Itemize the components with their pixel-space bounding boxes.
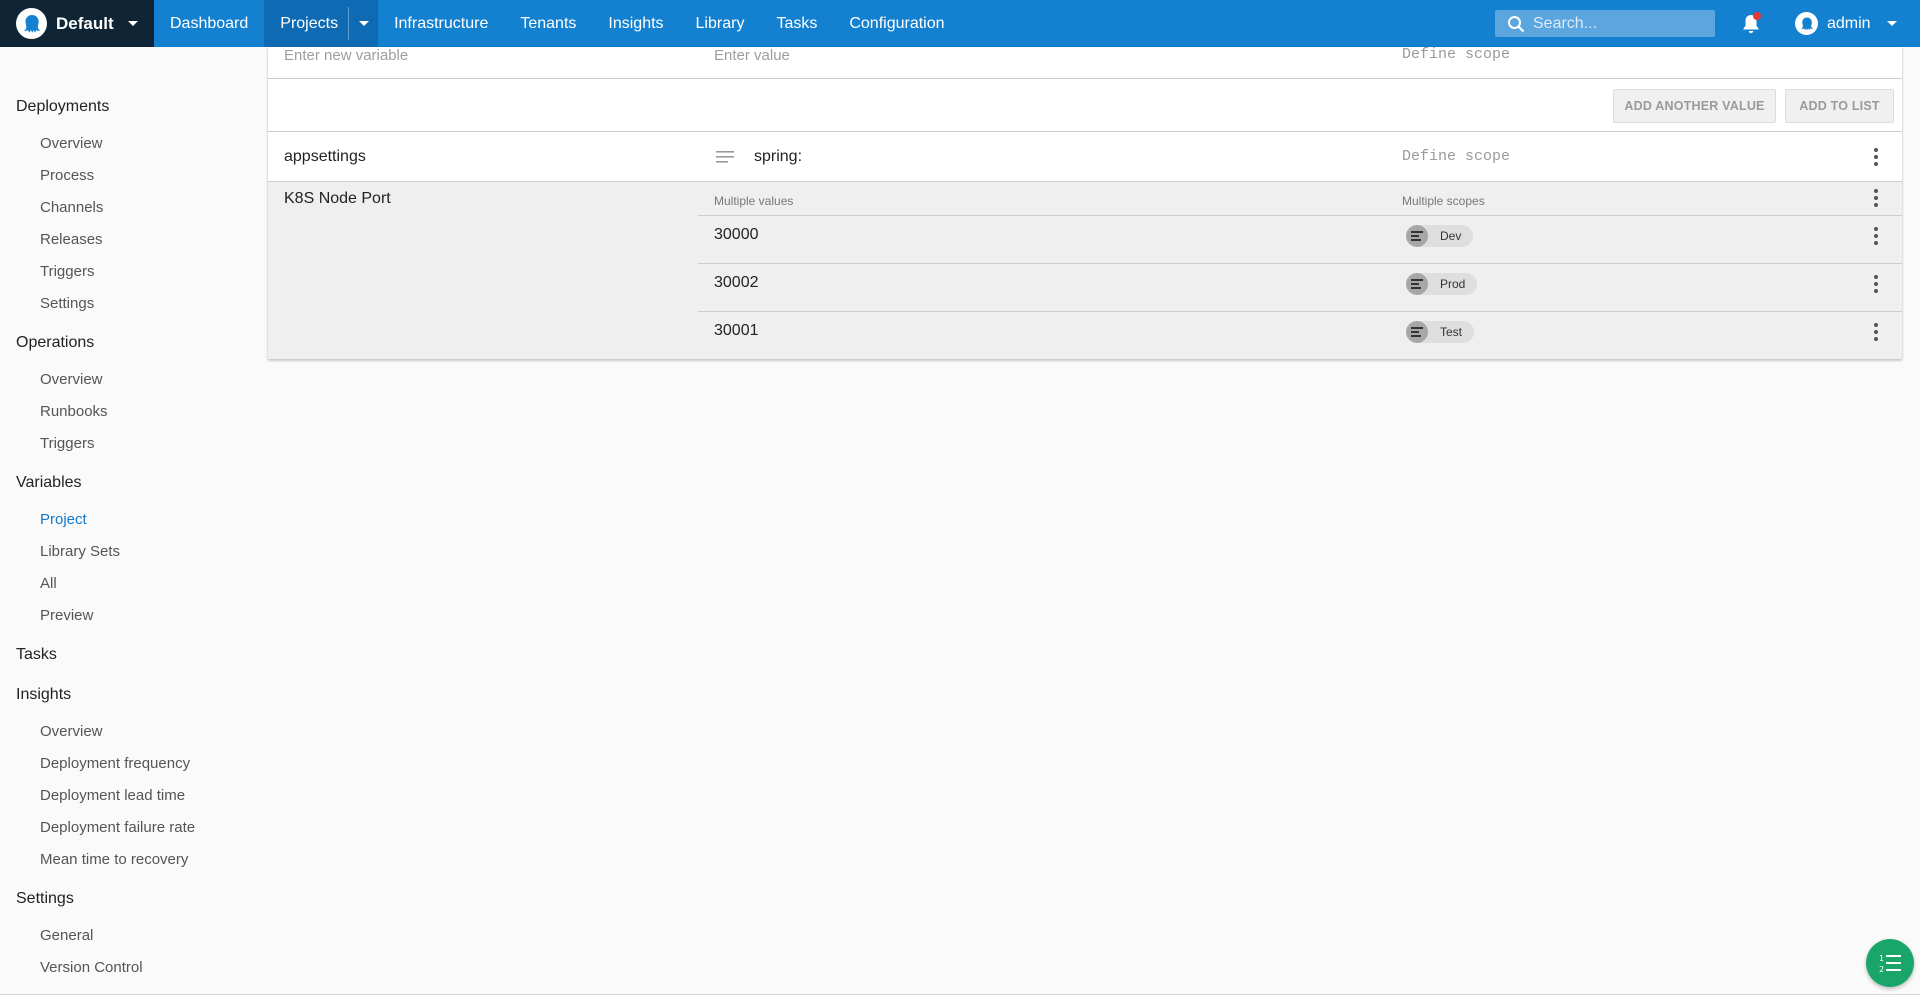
nav-projects-group: Projects — [264, 0, 379, 47]
sidebar-section-tasks[interactable]: Tasks — [0, 635, 268, 675]
scope-label: Test — [1440, 325, 1463, 339]
new-variable-scope[interactable]: Define scope — [1402, 47, 1510, 63]
variables-editor-panel: Define scope ADD ANOTHER VALUE ADD TO LI… — [268, 47, 1902, 359]
sidebar-item-deployment-lead-time[interactable]: Deployment lead time — [0, 779, 268, 811]
multiple-scopes-header: Multiple scopes — [1402, 194, 1485, 208]
sidebar-item-operations-overview[interactable]: Overview — [0, 363, 268, 395]
sidebar-item-deployment-triggers[interactable]: Triggers — [0, 255, 268, 287]
variable-name: K8S Node Port — [284, 190, 391, 207]
scope-chip-dev: Dev — [1406, 225, 1474, 247]
search-box[interactable] — [1495, 10, 1715, 37]
new-variable-value-input[interactable] — [714, 47, 1034, 64]
sidebar-section-operations: Operations — [16, 334, 95, 351]
kebab-menu-icon[interactable] — [1866, 188, 1886, 208]
search-input[interactable] — [1533, 14, 1703, 33]
search-icon — [1508, 15, 1525, 32]
nav-library[interactable]: Library — [680, 0, 761, 47]
scope-label: Prod — [1440, 277, 1466, 291]
project-sidebar: Deployments Overview Process Channels Re… — [0, 47, 268, 983]
add-another-value-button[interactable]: ADD ANOTHER VALUE — [1613, 89, 1776, 123]
sidebar-item-mean-time-to-recovery[interactable]: Mean time to recovery — [0, 843, 268, 875]
space-name: Default — [56, 13, 114, 33]
projects-dropdown-button[interactable] — [348, 7, 378, 40]
scope-chip-test: Test — [1406, 321, 1475, 343]
octopus-logo-icon — [16, 8, 47, 39]
nav-configuration[interactable]: Configuration — [833, 0, 960, 47]
notification-badge — [1753, 12, 1761, 20]
nav-projects[interactable]: Projects — [264, 0, 349, 47]
new-variable-name-cell — [284, 47, 604, 64]
new-variable-name-input[interactable] — [284, 47, 604, 64]
environment-icon — [1406, 321, 1428, 343]
scope-label: Dev — [1440, 229, 1462, 243]
variable-row-multiple-values: K8S Node Port Multiple values Multiple s… — [268, 182, 1902, 359]
nav-tasks[interactable]: Tasks — [760, 0, 833, 47]
multiple-values-header: Multiple values — [714, 194, 794, 208]
sidebar-item-deployment-settings[interactable]: Settings — [0, 287, 268, 319]
sidebar-item-version-control[interactable]: Version Control — [0, 951, 268, 983]
sidebar-item-process[interactable]: Process — [0, 159, 268, 191]
kebab-menu-icon[interactable] — [1866, 147, 1886, 167]
new-variable-value-cell — [714, 47, 1034, 64]
sidebar-item-deployment-frequency[interactable]: Deployment frequency — [0, 747, 268, 779]
sidebar-item-general[interactable]: General — [0, 919, 268, 951]
sidebar-item-operations-triggers[interactable]: Triggers — [0, 427, 268, 459]
caret-down-icon — [127, 21, 138, 26]
variable-scope[interactable]: Define scope — [1402, 148, 1510, 165]
variable-name: appsettings — [284, 148, 366, 165]
sidebar-item-library-sets[interactable]: Library Sets — [0, 535, 268, 567]
caret-down-icon — [1886, 21, 1897, 26]
sidebar-item-releases[interactable]: Releases — [0, 223, 268, 255]
user-menu[interactable]: admin — [1795, 0, 1897, 47]
environment-icon — [1406, 225, 1428, 247]
sidebar-section-insights: Insights — [16, 686, 72, 703]
sidebar-section-variables: Variables — [16, 474, 82, 491]
sidebar-item-variables-preview[interactable]: Preview — [0, 599, 268, 631]
task-list-icon: 12 — [1879, 954, 1901, 974]
svg-text:2: 2 — [1879, 965, 1884, 974]
sidebar-section-settings: Settings — [16, 890, 74, 907]
main-nav: Dashboard Projects Infrastructure Tenant… — [154, 0, 961, 47]
environment-icon — [1406, 273, 1428, 295]
variable-value[interactable]: 30002 — [714, 274, 759, 292]
caret-down-icon — [358, 21, 369, 26]
kebab-menu-icon[interactable] — [1866, 322, 1886, 342]
nav-insights[interactable]: Insights — [592, 0, 679, 47]
sidebar-section-deployments: Deployments — [16, 98, 110, 115]
variable-row[interactable]: appsettings spring: Define scope — [268, 132, 1902, 182]
nav-tenants[interactable]: Tenants — [504, 0, 592, 47]
sidebar-item-all-variables[interactable]: All — [0, 567, 268, 599]
notifications-button[interactable] — [1740, 12, 1762, 36]
nav-infrastructure[interactable]: Infrastructure — [378, 0, 504, 47]
user-avatar-icon — [1795, 12, 1818, 35]
user-name: admin — [1827, 14, 1871, 32]
new-variable-actions: ADD ANOTHER VALUE ADD TO LIST — [268, 79, 1902, 132]
sidebar-item-insights-overview[interactable]: Overview — [0, 715, 268, 747]
space-switcher[interactable]: Default — [0, 0, 154, 47]
kebab-menu-icon[interactable] — [1866, 274, 1886, 294]
variable-value: spring: — [754, 148, 803, 165]
sidebar-item-channels[interactable]: Channels — [0, 191, 268, 223]
sidebar-item-deployments-overview[interactable]: Overview — [0, 127, 268, 159]
scope-chip-prod: Prod — [1406, 273, 1478, 295]
new-variable-row: Define scope — [268, 47, 1902, 79]
add-to-list-button[interactable]: ADD TO LIST — [1785, 89, 1894, 123]
variable-value[interactable]: 30001 — [714, 322, 759, 340]
sidebar-item-project-variables[interactable]: Project — [0, 503, 268, 535]
task-list-button[interactable]: 12 — [1866, 939, 1914, 987]
variable-value[interactable]: 30000 — [714, 226, 759, 244]
sidebar-item-runbooks[interactable]: Runbooks — [0, 395, 268, 427]
kebab-menu-icon[interactable] — [1866, 226, 1886, 246]
sidebar-item-deployment-failure-rate[interactable]: Deployment failure rate — [0, 811, 268, 843]
svg-text:1: 1 — [1879, 954, 1884, 963]
multiline-text-icon — [716, 151, 734, 163]
nav-dashboard[interactable]: Dashboard — [154, 0, 264, 47]
